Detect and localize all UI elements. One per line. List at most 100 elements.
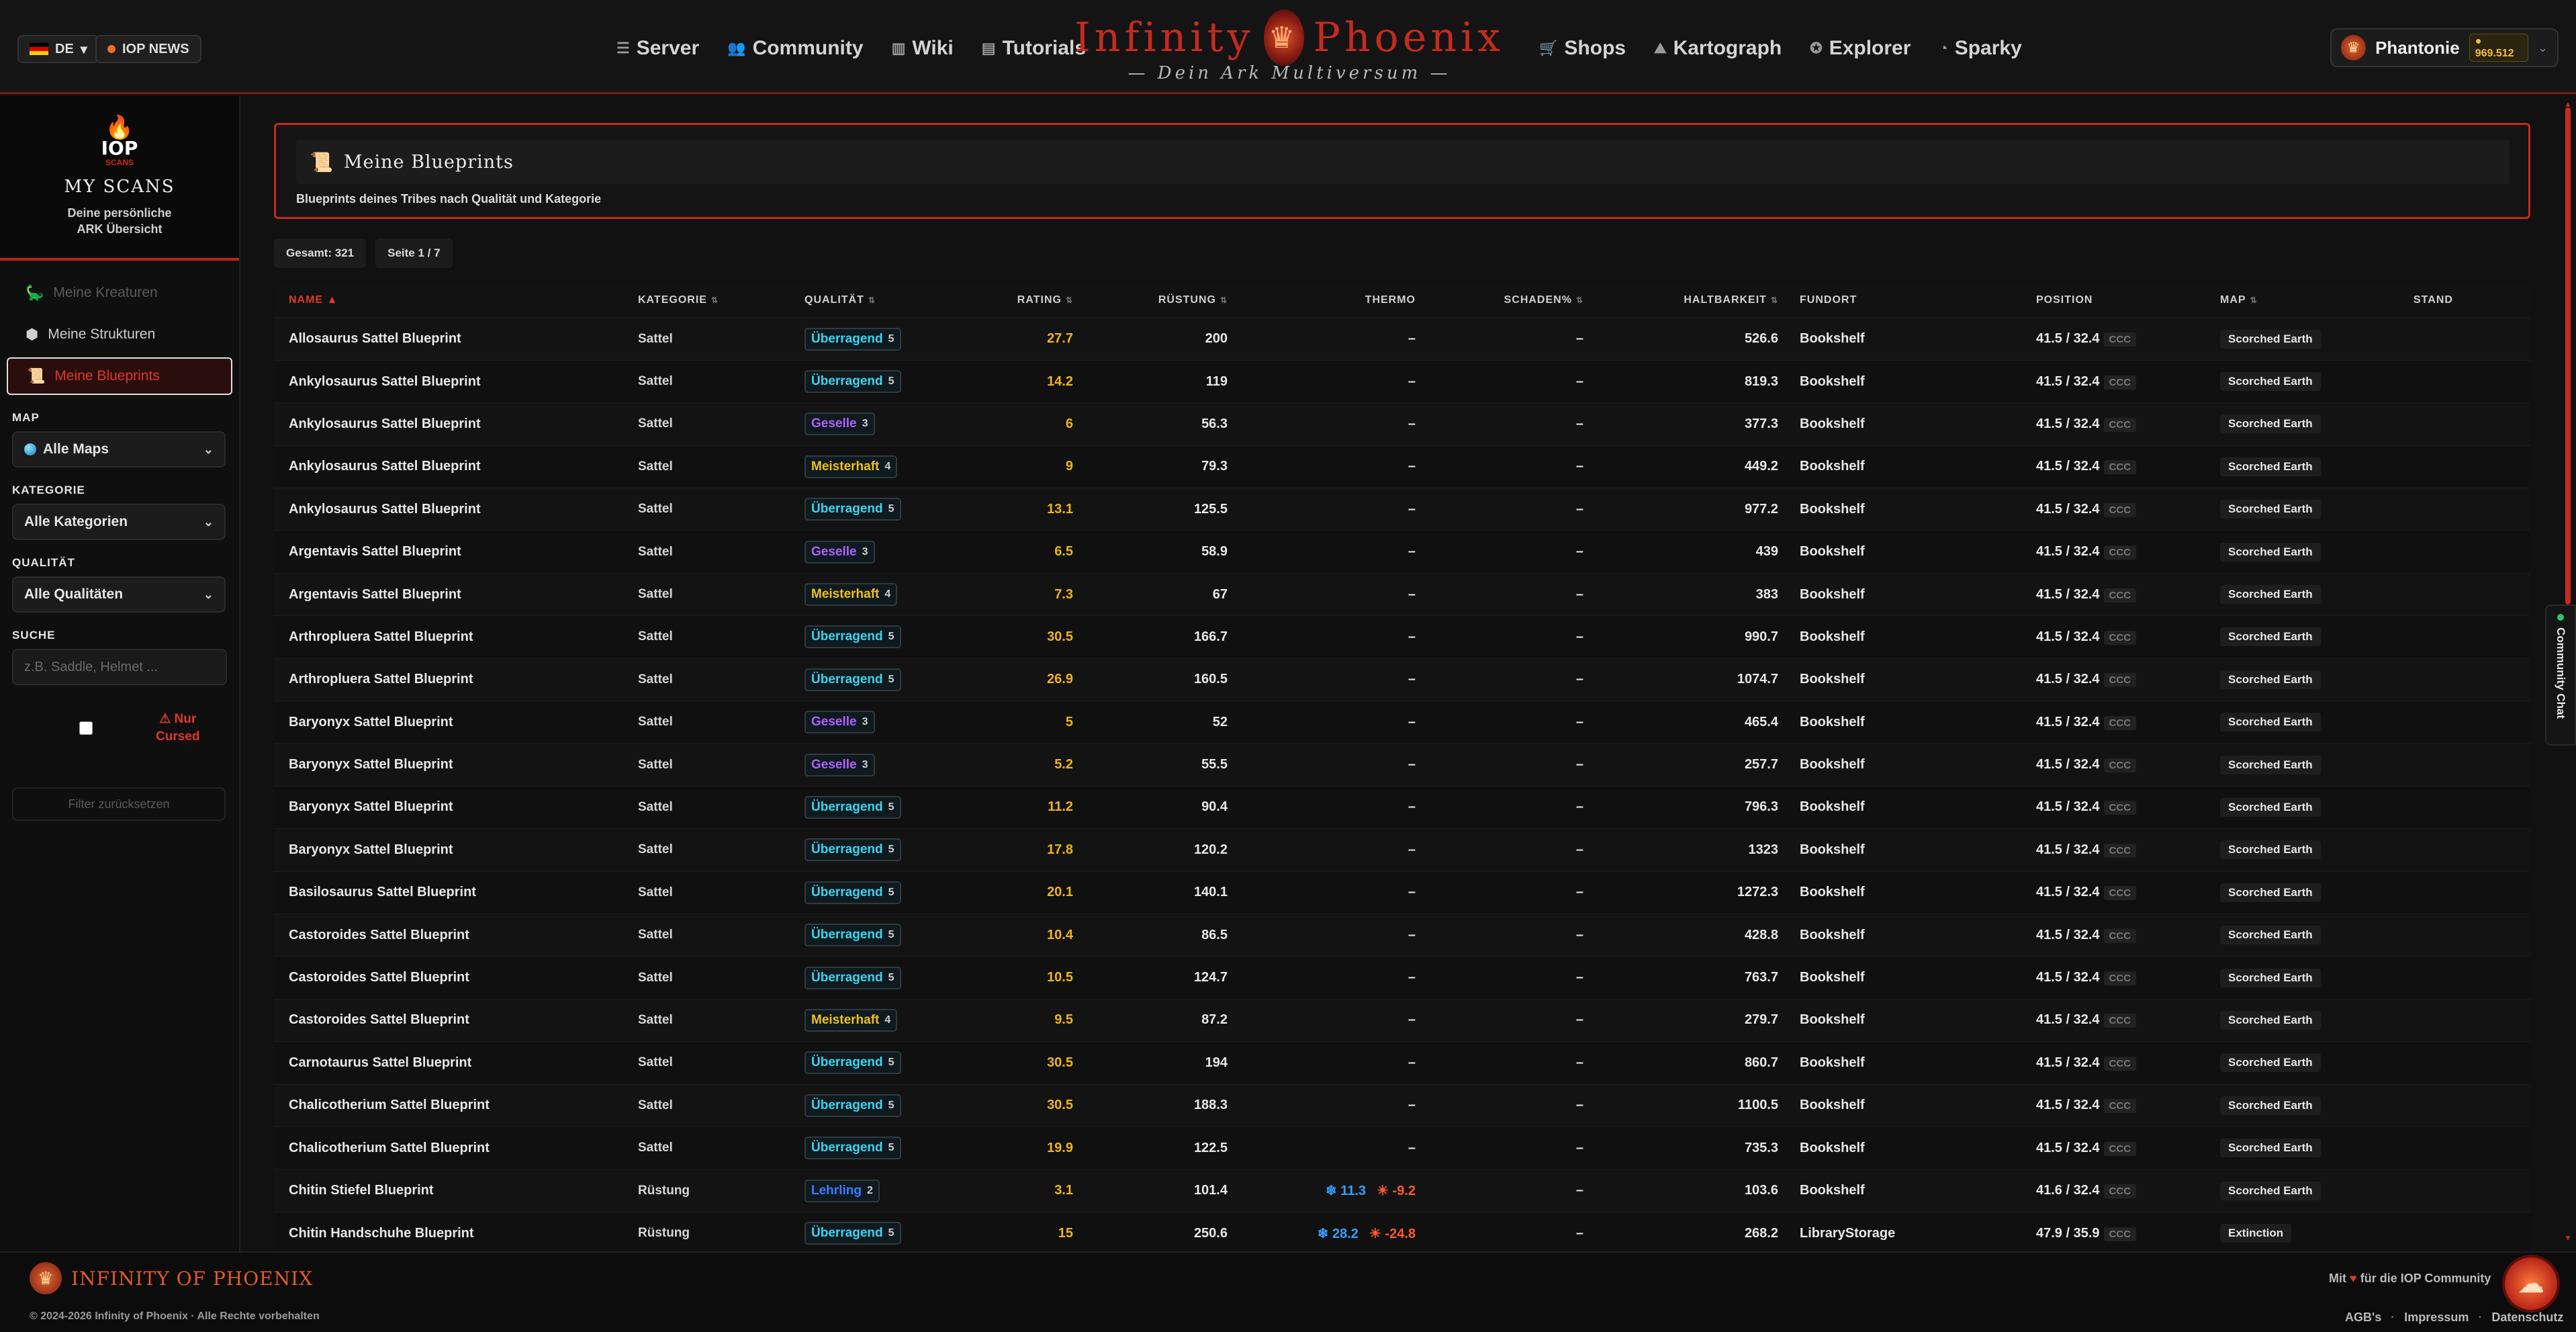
- table-row[interactable]: Chalicotherium Sattel Blueprint Sattel Übe…: [274, 1084, 2530, 1127]
- table-row[interactable]: Carnotaurus Sattel Blueprint Sattel Überra…: [274, 1041, 2530, 1085]
- cell-map: Scorched Earth: [2205, 914, 2399, 956]
- table-row[interactable]: Basilosaurus Sattel Blueprint Sattel Überr…: [274, 871, 2530, 914]
- nav-tutorials[interactable]: ▤ Tutorials: [982, 37, 1086, 60]
- position-coords: 41.5 / 32.4: [2036, 672, 2100, 687]
- table-row[interactable]: Chalicotherium Sattel Blueprint Sattel Übe…: [274, 1126, 2530, 1169]
- footer-love: Mit ♥ für die IOP Community: [2329, 1272, 2491, 1286]
- cell-schaden: –: [1575, 544, 1583, 560]
- table-row[interactable]: Arthropluera Sattel Blueprint Sattel Überr…: [274, 658, 2530, 701]
- table-row[interactable]: Allosaurus Sattel Blueprint Sattel Überrag…: [274, 318, 2530, 361]
- cell-haltbarkeit: 763.7: [1744, 970, 1778, 985]
- cell-schaden: –: [1575, 1012, 1583, 1028]
- table-row[interactable]: Arthropluera Sattel Blueprint Sattel Überr…: [274, 615, 2530, 659]
- table-row[interactable]: Baryonyx Sattel Blueprint Sattel Geselle 3 5…: [274, 701, 2530, 744]
- cell-name: Baryonyx Sattel Blueprint: [289, 842, 453, 857]
- language-selector[interactable]: DE ▾: [17, 35, 99, 63]
- table-row[interactable]: Baryonyx Sattel Blueprint Sattel Geselle 3 5…: [274, 743, 2530, 787]
- sidebar-item-strukturen[interactable]: ⬢ Meine Strukturen: [7, 316, 232, 353]
- nav-server[interactable]: ☰ Server: [616, 37, 699, 60]
- col-ruestung[interactable]: RÜSTUNG ⇅: [1080, 283, 1234, 318]
- cell-rating: 15: [1058, 1225, 1073, 1241]
- cell-name: Baryonyx Sattel Blueprint: [289, 799, 453, 815]
- cell-haltbarkeit: 819.3: [1744, 373, 1778, 389]
- table-row[interactable]: Ankylosaurus Sattel Blueprint Sattel Meist…: [274, 445, 2530, 488]
- cell-schaden: –: [1575, 757, 1583, 772]
- sidebar-item-blueprints[interactable]: 📜 Meine Blueprints: [7, 357, 232, 395]
- position-code: CCC: [2103, 843, 2137, 858]
- quality-level: 5: [888, 801, 894, 813]
- nav-wiki[interactable]: ▥ Wiki: [892, 37, 954, 60]
- map-select[interactable]: Alle Maps ⌄: [12, 431, 226, 468]
- cell-position: 41.5 / 32.4 CCC: [2021, 999, 2205, 1041]
- sort-icon: ⇅: [868, 295, 876, 305]
- table-row[interactable]: Baryonyx Sattel Blueprint Sattel Überragen…: [274, 828, 2530, 872]
- col-haltbarkeit[interactable]: HALTBARKEIT ⇅: [1590, 283, 1785, 318]
- footer-brand[interactable]: ♛ INFINITY OF PHOENIX: [30, 1262, 313, 1294]
- sparky-assistant-button[interactable]: ☁: [2502, 1255, 2560, 1313]
- community-chat-tab[interactable]: Community Chat: [2545, 605, 2576, 746]
- nav-community[interactable]: 👥 Community: [727, 37, 863, 60]
- col-qualitaet[interactable]: QUALITÄT ⇅: [790, 283, 924, 318]
- footer-link-impressum[interactable]: Impressum: [2404, 1311, 2469, 1325]
- category-select[interactable]: Alle Kategorien ⌄: [12, 504, 226, 540]
- cell-name: Castoroides Sattel Blueprint: [289, 927, 469, 942]
- nav-explorer[interactable]: ✪ Explorer: [1810, 37, 1911, 60]
- cursed-checkbox[interactable]: [79, 721, 93, 735]
- cell-map: Scorched Earth: [2205, 1084, 2399, 1126]
- footer-link-datenschutz[interactable]: Datenschutz: [2491, 1311, 2563, 1325]
- search-input[interactable]: [12, 649, 227, 685]
- cell-name: Argentavis Sattel Blueprint: [289, 586, 461, 602]
- table-row[interactable]: Chitin Stiefel Blueprint Rüstung Lehrling 2…: [274, 1169, 2530, 1212]
- nav-shops[interactable]: 🛒 Shops: [1539, 37, 1626, 60]
- table-row[interactable]: Argentavis Sattel Blueprint Sattel Meister…: [274, 573, 2530, 616]
- table-row[interactable]: Ankylosaurus Sattel Blueprint Sattel Überr…: [274, 488, 2530, 531]
- col-map[interactable]: MAP ⇅: [2205, 283, 2399, 318]
- brand-logo[interactable]: Infinity ♛ Phoenix — Dein Ark Multiversu…: [1074, 9, 1504, 90]
- sidebar: 🔥 IOP SCANS MY SCANS Deine persönliche A…: [0, 96, 240, 1251]
- nav-sparky[interactable]: ◔ Sparky: [1939, 37, 2021, 60]
- cell-schaden: –: [1575, 1183, 1583, 1198]
- table-row[interactable]: Castoroides Sattel Blueprint Sattel Überra…: [274, 914, 2530, 957]
- cell-name: Argentavis Sattel Blueprint: [289, 544, 461, 560]
- cell-qualitaet: Überragend 5: [790, 658, 924, 701]
- table-row[interactable]: Argentavis Sattel Blueprint Sattel Geselle…: [274, 530, 2530, 574]
- footer-links: AGB's · Impressum · Datenschutz: [2345, 1311, 2563, 1325]
- cell-haltbarkeit: 1074.7: [1737, 672, 1778, 687]
- cell-kategorie: Sattel: [638, 1141, 673, 1155]
- table-row[interactable]: Castoroides Sattel Blueprint Sattel Meiste…: [274, 999, 2530, 1042]
- table-row[interactable]: Baryonyx Sattel Blueprint Sattel Überragen…: [274, 786, 2530, 829]
- scroll-thumb[interactable]: [2565, 107, 2571, 605]
- cell-kategorie: Sattel: [638, 1012, 673, 1027]
- flame-icon: 🔥: [105, 115, 134, 140]
- cell-name: Ankylosaurus Sattel Blueprint: [289, 501, 481, 517]
- cell-stand: [2399, 1084, 2530, 1126]
- iop-news-button[interactable]: IOP NEWS: [95, 35, 201, 63]
- position-code: CCC: [2103, 758, 2137, 773]
- cell-kategorie: Sattel: [638, 629, 673, 644]
- scroll-down-icon[interactable]: ▼: [2564, 1233, 2572, 1243]
- position-code: CCC: [2103, 928, 2137, 943]
- cubes-icon: ⬢: [26, 326, 39, 343]
- cell-ruestung: 87.2: [1201, 1012, 1228, 1028]
- cell-rating: 30.5: [1047, 1055, 1073, 1070]
- nav-kartograph[interactable]: ⛰ Kartograph: [1654, 37, 1782, 60]
- quality-name: Überragend: [811, 1226, 883, 1241]
- footer-link-agb[interactable]: AGB's: [2345, 1311, 2381, 1325]
- col-kategorie[interactable]: KATEGORIE ⇅: [623, 283, 790, 318]
- sidebar-item-kreaturen[interactable]: 🦕 Meine Kreaturen: [7, 274, 232, 312]
- table-row[interactable]: Castoroides Sattel Blueprint Sattel Überra…: [274, 956, 2530, 1000]
- quality-name: Überragend: [811, 1055, 883, 1070]
- quality-select[interactable]: Alle Qualitäten ⌄: [12, 576, 226, 613]
- table-row[interactable]: Ankylosaurus Sattel Blueprint Sattel Überr…: [274, 360, 2530, 403]
- cell-haltbarkeit: 990.7: [1744, 629, 1778, 644]
- reset-filter-button[interactable]: Filter zurücksetzen: [12, 787, 226, 821]
- col-name[interactable]: NAME ▲: [274, 283, 623, 318]
- table-row[interactable]: Ankylosaurus Sattel Blueprint Sattel Gesel…: [274, 402, 2530, 446]
- user-menu[interactable]: ♛ Phantonie ● 969.512 ⌄: [2330, 28, 2559, 67]
- cell-ruestung: 122.5: [1193, 1140, 1228, 1155]
- col-rating[interactable]: RATING ⇅: [924, 283, 1080, 318]
- col-schaden[interactable]: SCHADEN% ⇅: [1422, 283, 1590, 318]
- cell-position: 41.5 / 32.4 CCC: [2021, 445, 2205, 488]
- table-row[interactable]: Chitin Handschuhe Blueprint Rüstung Überra…: [274, 1212, 2530, 1251]
- cell-ruestung: 200: [1205, 331, 1228, 347]
